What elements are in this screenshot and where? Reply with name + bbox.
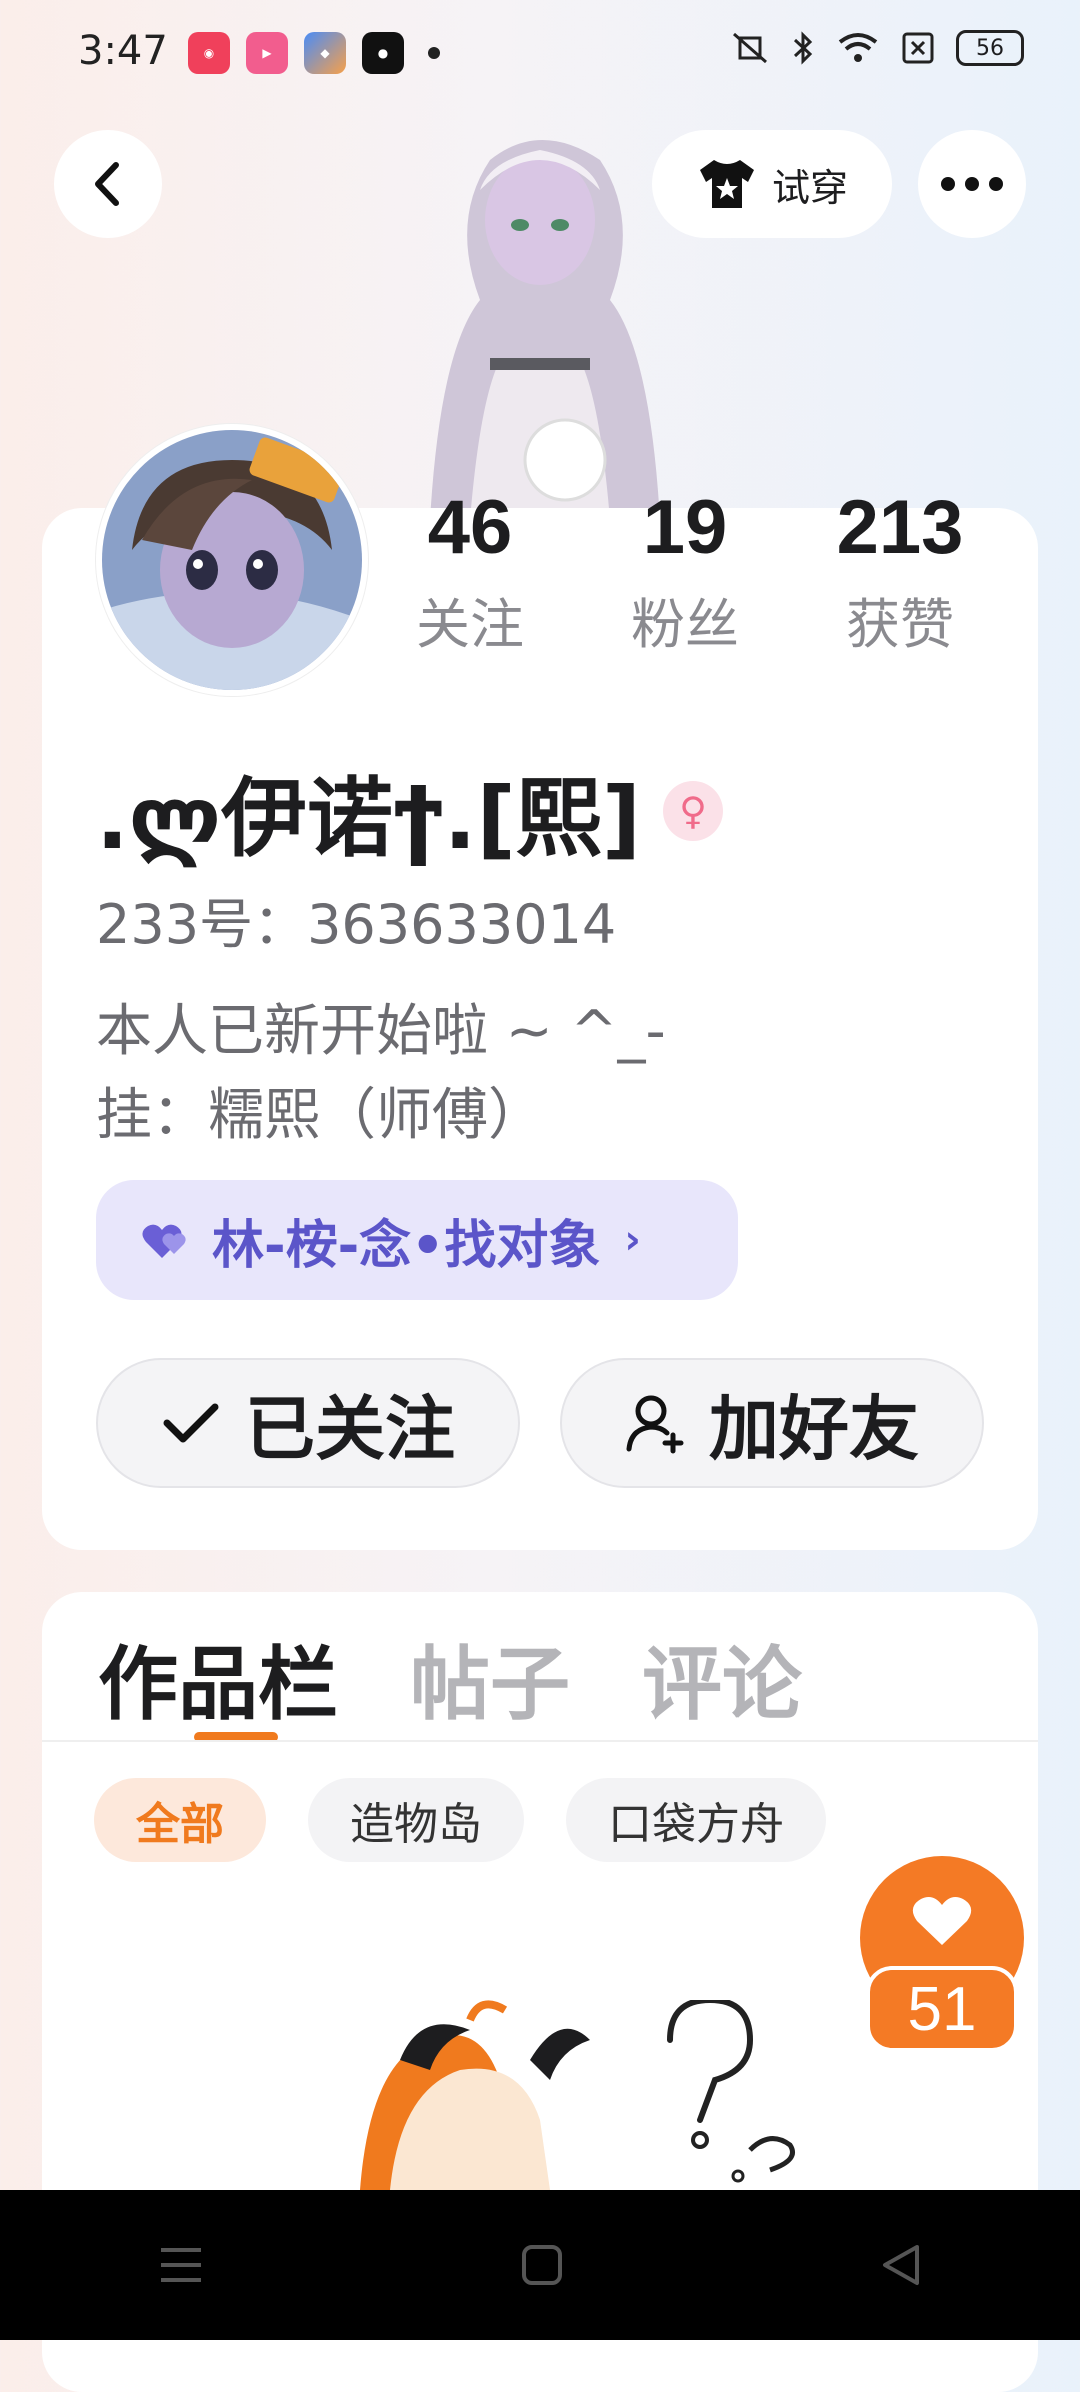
add-friend-button[interactable]: 加好友 [560,1358,984,1488]
battery-icon: 56 [956,30,1024,66]
chevron-right-icon: › [624,1217,641,1263]
bio-line: 本人已新开始啦 ~ ^_- [96,999,666,1064]
profile-stats: 46 关注 19 粉丝 213 获赞 [370,490,1000,659]
notification-icons: ◉ ▶ ◆ ● [188,32,440,74]
likes-count: 213 [836,485,964,570]
app-notification-icon: ◉ [188,32,230,74]
stat-following[interactable]: 46 关注 [370,490,570,659]
user-bio: 本人已新开始啦 ~ ^_- 挂：糯熙（师傅） [96,990,666,1158]
bilibili-icon: ▶ [246,32,288,74]
screen-record-icon: ● [362,32,404,74]
work-thumbnail[interactable] [330,2000,810,2190]
followed-label: 已关注 [245,1387,455,1470]
tab-comments[interactable]: 评论 [642,1620,802,1736]
more-notifications-icon [428,47,440,59]
couple-tag-label: 林-桉-念•找对象 [212,1215,601,1276]
filter-all[interactable]: 全部 [94,1778,266,1862]
filter-pocket-ark[interactable]: 口袋方舟 [566,1778,826,1862]
more-dots-icon [941,177,1003,191]
stat-fans[interactable]: 19 粉丝 [585,490,785,659]
following-count: 46 [427,485,513,570]
like-count: 51 [866,1966,1018,2052]
user-name: .ლ伊诺ϯ.[熙] [96,769,642,869]
name-row: .ლ伊诺ϯ.[熙] ♀ [96,748,724,873]
tab-posts[interactable]: 帖子 [410,1620,570,1736]
hearts-icon [142,1224,186,1258]
system-nav-bar [0,2190,1080,2340]
couple-tag-button[interactable]: 林-桉-念•找对象 › [96,1180,738,1300]
no-sim-icon [902,32,934,64]
user-id[interactable]: 233号：363633014 [96,880,616,959]
more-button[interactable] [918,130,1026,238]
status-bar: 3:47 ◉ ▶ ◆ ● 56 [0,0,1080,110]
try-on-button[interactable]: 试穿 [652,130,892,238]
tabs-divider [42,1740,1038,1742]
wifi-icon [838,33,878,62]
shortcut-app-icon: ◆ [304,32,346,74]
chevron-left-icon [95,162,119,206]
like-badge[interactable]: 51 [860,1856,1024,2056]
avatar[interactable] [96,424,368,696]
vibrate-mute-icon [733,32,767,64]
following-label: 关注 [416,593,524,656]
likes-label: 获赞 [846,593,954,656]
filter-creation-island[interactable]: 造物岛 [308,1778,524,1862]
add-friend-label: 加好友 [709,1387,919,1470]
fans-count: 19 [642,485,728,570]
back-button[interactable] [54,130,162,238]
status-time: 3:47 [78,28,168,74]
tab-works[interactable]: 作品栏 [98,1620,338,1736]
followed-button[interactable]: 已关注 [96,1358,520,1488]
shirt-icon [699,160,754,208]
check-icon [163,1403,219,1443]
works-filters: 全部 造物岛 口袋方舟 [94,1778,826,1862]
home-icon[interactable] [520,2243,564,2287]
add-user-icon [626,1395,684,1454]
menu-icon[interactable] [157,2244,205,2286]
bio-line: 挂：糯熙（师傅） [96,1083,544,1148]
avatar-image [102,430,362,690]
fans-label: 粉丝 [631,593,739,656]
try-on-label: 试穿 [771,165,848,210]
stat-likes[interactable]: 213 获赞 [800,490,1000,659]
heart-icon [912,1897,972,1945]
back-triangle-icon[interactable] [879,2243,923,2287]
female-gender-icon: ♀ [663,780,724,841]
works-tabs: 作品栏 帖子 评论 [98,1620,802,1736]
bluetooth-icon [793,31,813,65]
system-status-icons: 56 [730,30,1024,66]
